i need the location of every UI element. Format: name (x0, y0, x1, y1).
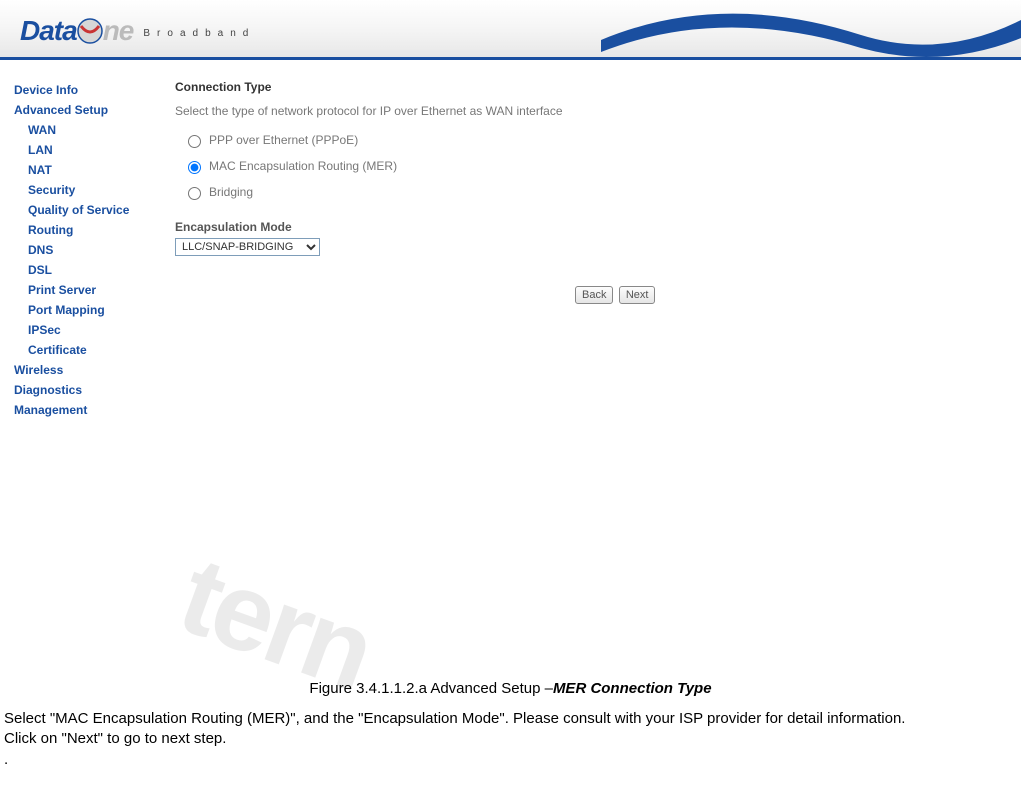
next-button[interactable]: Next (619, 286, 656, 304)
radio-row-pppoe[interactable]: PPP over Ethernet (PPPoE) (183, 132, 991, 148)
radio-row-bridging[interactable]: Bridging (183, 184, 991, 200)
sidebar-item-security[interactable]: Security (14, 180, 175, 200)
logo-word2: ne (103, 15, 134, 47)
sidebar-item-dsl[interactable]: DSL (14, 260, 175, 280)
body-p2: Click on "Next" to go to next step. (4, 729, 1017, 749)
sidebar-item-certificate[interactable]: Certificate (14, 340, 175, 360)
sidebar-item-nat[interactable]: NAT (14, 160, 175, 180)
sidebar-item-port-mapping[interactable]: Port Mapping (14, 300, 175, 320)
figure-caption-prefix: Figure 3.4.1.1.2.a Advanced Setup – (309, 680, 553, 697)
sidebar-item-management[interactable]: Management (14, 400, 175, 420)
sidebar-item-wan[interactable]: WAN (14, 120, 175, 140)
sidebar-item-ipsec[interactable]: IPSec (14, 320, 175, 340)
sidebar-item-dns[interactable]: DNS (14, 240, 175, 260)
logo-globe-icon (75, 16, 105, 46)
sidebar-item-print-server[interactable]: Print Server (14, 280, 175, 300)
body-p1: Select "MAC Encapsulation Routing (MER)"… (4, 709, 1017, 729)
encap-mode-select[interactable]: LLC/SNAP-BRIDGING (175, 238, 320, 256)
sidebar-item-diagnostics[interactable]: Diagnostics (14, 380, 175, 400)
sidebar-item-device-info[interactable]: Device Info (14, 80, 175, 100)
page-title: Connection Type (175, 80, 991, 94)
radio-label-bridging: Bridging (209, 185, 253, 199)
radio-mer[interactable] (188, 161, 201, 174)
figure-caption-block: Figure 3.4.1.1.2.a Advanced Setup –MER C… (0, 680, 1021, 770)
figure-caption-emph: MER Connection Type (553, 680, 712, 697)
app-header: Data ne Broadband (0, 0, 1021, 60)
back-button[interactable]: Back (575, 286, 613, 304)
radio-pppoe[interactable] (188, 135, 201, 148)
sidebar-item-qos[interactable]: Quality of Service (14, 200, 175, 220)
sidebar-item-wireless[interactable]: Wireless (14, 360, 175, 380)
button-row: Back Next (575, 286, 991, 304)
body-p3: . (4, 750, 1017, 770)
logo-word1: Data (20, 15, 77, 47)
helper-text: Select the type of network protocol for … (175, 104, 991, 118)
logo: Data ne Broadband (20, 10, 255, 47)
figure-caption: Figure 3.4.1.1.2.a Advanced Setup –MER C… (4, 680, 1017, 697)
main-panel: Connection Type Select the type of netwo… (175, 80, 1021, 420)
logo-tagline: Broadband (143, 28, 255, 39)
sidebar-item-lan[interactable]: LAN (14, 140, 175, 160)
header-swoosh-icon (601, 0, 1021, 60)
radio-row-mer[interactable]: MAC Encapsulation Routing (MER) (183, 158, 991, 174)
sidebar-item-routing[interactable]: Routing (14, 220, 175, 240)
encap-mode-label: Encapsulation Mode (175, 220, 991, 234)
sidebar-item-advanced-setup[interactable]: Advanced Setup (14, 100, 175, 120)
radio-label-pppoe: PPP over Ethernet (PPPoE) (209, 133, 358, 147)
radio-label-mer: MAC Encapsulation Routing (MER) (209, 159, 397, 173)
radio-bridging[interactable] (188, 187, 201, 200)
sidebar: Device Info Advanced Setup WAN LAN NAT S… (0, 80, 175, 420)
